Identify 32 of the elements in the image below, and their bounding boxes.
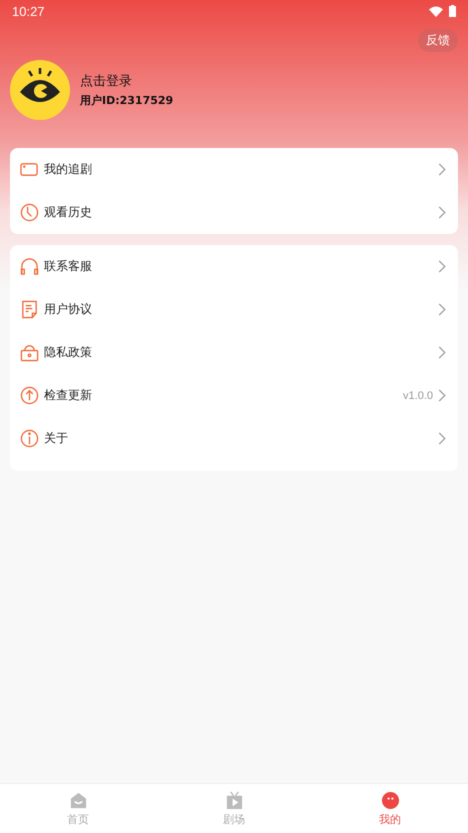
menu-item[interactable]: 检查更新 (44, 387, 398, 404)
version-text: v1.0.0 (403, 390, 433, 402)
chevron-icon[interactable] (438, 303, 446, 316)
headset-icon (20, 257, 39, 276)
face-icon (380, 790, 400, 810)
chevron-icon[interactable] (438, 346, 446, 359)
chevron-icon[interactable] (438, 389, 446, 402)
clock-icon (20, 203, 39, 222)
status-time: 10:27 (12, 4, 45, 18)
menu-item[interactable]: 联系客服 (44, 258, 433, 275)
avatar-icon[interactable] (10, 60, 70, 120)
feedback-button[interactable]: 反馈 (418, 29, 458, 52)
menu-item[interactable]: 关于 (44, 430, 433, 447)
tv-icon (224, 790, 244, 810)
login-link[interactable]: 点击登录 (80, 72, 174, 90)
home-icon (68, 790, 88, 810)
wifi-icon (429, 6, 443, 16)
screen-icon (20, 160, 39, 179)
menu-item[interactable]: 我的追剧 (44, 161, 433, 178)
chevron-icon[interactable] (438, 432, 446, 445)
chevron-icon[interactable] (438, 206, 446, 219)
nav-tab[interactable]: 我的 (312, 784, 468, 833)
chevron-icon[interactable] (438, 260, 446, 273)
lock-icon (20, 343, 39, 362)
battery-icon (449, 5, 456, 17)
info-icon (20, 429, 39, 448)
menu-item[interactable]: 用户协议 (44, 301, 433, 318)
menu-item[interactable]: 观看历史 (44, 204, 433, 221)
chevron-icon[interactable] (438, 163, 446, 176)
user-id: 用户ID:2317529 (80, 93, 174, 108)
document-icon (20, 300, 39, 319)
menu-item[interactable]: 隐私政策 (44, 344, 433, 361)
